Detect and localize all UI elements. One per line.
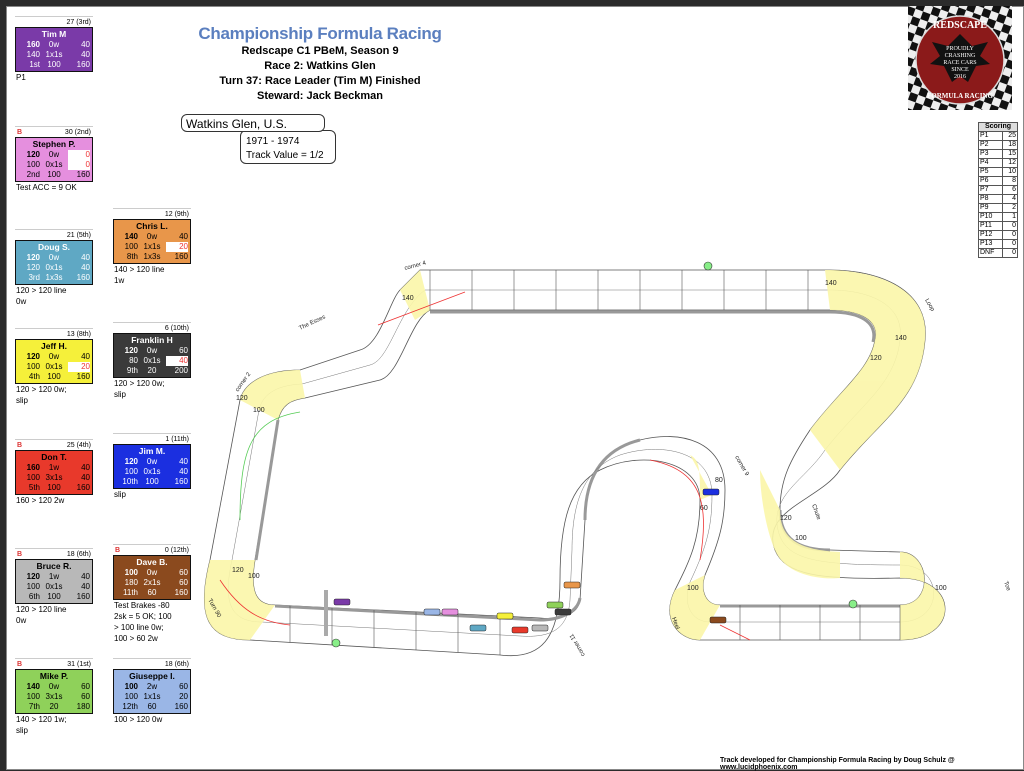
corner-zone	[900, 552, 945, 640]
race-car	[496, 612, 514, 620]
speed-marker: 120	[236, 395, 248, 402]
speed-marker: 100	[935, 585, 947, 592]
race-car	[554, 608, 572, 616]
corner-label: corner 11	[569, 632, 587, 657]
race-car	[531, 624, 549, 632]
race-car	[511, 626, 529, 634]
move-arrow	[649, 459, 704, 561]
marker-icon	[331, 638, 341, 648]
speed-marker: 60	[700, 505, 708, 512]
speed-marker: 100	[687, 585, 699, 592]
move-arrow	[719, 624, 751, 641]
corner-label: Loop	[923, 298, 935, 313]
speed-marker: 120	[870, 355, 882, 362]
speed-marker: 140	[402, 295, 414, 302]
race-track: corner 2 The Esses corner 4 Loop Chute T…	[203, 260, 1011, 657]
speed-marker: 80	[715, 477, 723, 484]
corner-zone	[810, 270, 926, 470]
kerb	[430, 310, 876, 343]
footer-credit: Track developed for Championship Formula…	[720, 757, 955, 771]
speed-marker: 100	[248, 573, 260, 580]
race-car	[709, 616, 727, 624]
corner-label: corner 9	[733, 455, 750, 478]
corner-label: The Esses	[298, 314, 326, 331]
corner-zone	[760, 470, 840, 579]
speed-marker: 100	[253, 407, 265, 414]
race-car	[333, 598, 351, 606]
corner-label: Toe	[1002, 581, 1011, 593]
corner-label: Chute	[810, 504, 821, 522]
kerb	[254, 419, 280, 561]
speed-marker: 100	[795, 535, 807, 542]
race-car	[441, 608, 459, 616]
race-car	[469, 624, 487, 632]
race-car	[546, 601, 564, 609]
marker-icon	[848, 599, 858, 609]
speed-marker: 140	[825, 280, 837, 287]
track-outer-edge	[203, 269, 946, 657]
speed-marker: 140	[895, 335, 907, 342]
start-finish-line	[324, 590, 328, 636]
race-car	[423, 608, 441, 616]
marker-icon	[703, 261, 713, 271]
speed-marker: 120	[232, 567, 244, 574]
race-car	[702, 488, 720, 496]
speed-marker: 120	[780, 515, 792, 522]
race-car	[563, 581, 581, 589]
